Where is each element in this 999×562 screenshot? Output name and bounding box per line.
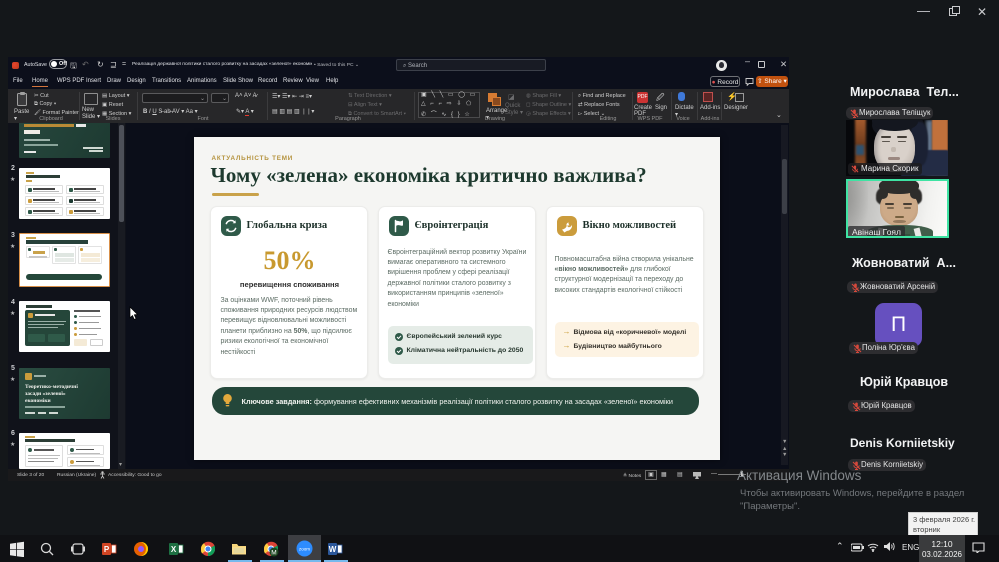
svg-text:P: P bbox=[104, 545, 110, 554]
svg-text:X: X bbox=[171, 545, 177, 554]
svg-text:zoom: zoom bbox=[299, 547, 310, 552]
svg-text:M: M bbox=[271, 550, 276, 557]
svg-text:W: W bbox=[329, 545, 337, 554]
